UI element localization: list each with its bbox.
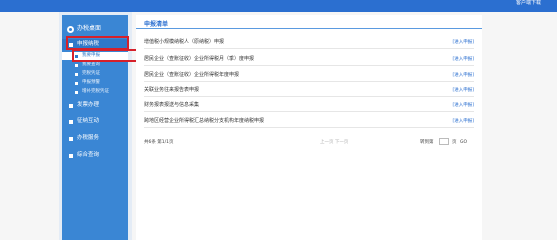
enter-declare-link[interactable]: [进入申报] — [452, 102, 474, 108]
menu-item-interaction[interactable]: 征纳互动 — [62, 116, 128, 127]
page-number-input[interactable] — [439, 138, 449, 145]
pagination-bar: 共6条 第1/1页 上一页 下一页 转到第 页 GO — [144, 137, 474, 147]
prev-next-links[interactable]: 上一页 下一页 — [320, 139, 348, 145]
title-divider — [136, 28, 482, 29]
menu-item-label: 发票办理 — [77, 102, 100, 108]
declare-row-name: 增值税小规模纳税人（原纳税）申报 — [144, 39, 225, 45]
submenu-item-supplement-certificate[interactable]: 增补完税凭证 — [62, 88, 128, 96]
submenu-square-icon — [75, 72, 78, 76]
top-bar: 客户端下载 — [0, 0, 557, 12]
submenu-item-label: 增补完税凭证 — [82, 89, 109, 94]
declare-row-name: 关联业务往来报告表申报 — [144, 87, 200, 93]
menu-square-icon — [69, 119, 73, 124]
submenu-square-icon — [75, 81, 78, 85]
submenu-square-icon — [75, 63, 78, 67]
declare-row-name: 居民企业（查账征收）企业所得税月（季）度申报 — [144, 56, 255, 62]
menu-item-tax-service[interactable]: 办税服务 — [62, 133, 128, 144]
submenu-item-my-query[interactable]: 我要查询 — [62, 61, 128, 69]
declare-row: 跨地区经营企业所得税汇总纳税分支机构年度纳税申报 [进入申报] — [144, 114, 474, 128]
sidebar-header-label: 办税桌面 — [77, 25, 102, 32]
enter-declare-link[interactable]: [进入申报] — [452, 118, 474, 124]
declare-row: 关联业务往来报告表申报 [进入申报] — [144, 83, 474, 97]
declare-row: 增值税小规模纳税人（原纳税）申报 [进入申报] — [144, 35, 474, 49]
declare-row-name: 跨地区经营企业所得税汇总纳税分支机构年度纳税申报 — [144, 118, 265, 124]
goto-label: 转到第 — [420, 140, 434, 145]
declare-row: 财务报表报送与信息采集 [进入申报] — [144, 98, 474, 112]
highlight-box-submenu — [72, 49, 138, 62]
app-root: 客户端下载 办税桌面 申报纳税 我要申报 我要查询 完税凭证 申报预警 增补完税… — [0, 0, 557, 240]
menu-item-label: 综合查询 — [77, 152, 100, 158]
enter-declare-link[interactable]: [进入申报] — [452, 72, 474, 78]
record-summary: 共6条 第1/1页 — [144, 140, 174, 145]
menu-square-icon — [69, 103, 73, 108]
submenu-square-icon — [75, 90, 78, 94]
declare-row: 居民企业（查账征收）企业所得税月（季）度申报 [进入申报] — [144, 52, 474, 66]
submenu-item-label: 完税凭证 — [82, 71, 100, 76]
submenu-item-label: 我要查询 — [82, 62, 100, 67]
menu-item-invoice[interactable]: 发票办理 — [62, 100, 128, 111]
submenu-item-tax-certificate[interactable]: 完税凭证 — [62, 70, 128, 78]
enter-declare-link[interactable]: [进入申报] — [452, 39, 474, 45]
page-title: 申报清单 — [144, 21, 169, 28]
menu-square-icon — [69, 153, 73, 158]
menu-item-label: 办税服务 — [77, 135, 100, 141]
submenu-item-declare-warning[interactable]: 申报预警 — [62, 79, 128, 87]
declare-row-name: 财务报表报送与信息采集 — [144, 102, 200, 108]
declare-row-name: 居民企业（查账征收）企业所得税年度申报 — [144, 72, 240, 78]
menu-item-label: 征纳互动 — [77, 118, 100, 124]
client-download-link[interactable]: 客户端下载 — [516, 1, 541, 6]
enter-declare-link[interactable]: [进入申报] — [452, 87, 474, 93]
menu-square-icon — [69, 136, 73, 141]
page-suffix: 页 — [452, 140, 457, 145]
go-button[interactable]: GO — [460, 140, 467, 145]
submenu-item-label: 申报预警 — [82, 80, 100, 85]
desktop-icon — [67, 25, 74, 33]
sidebar-header[interactable]: 办税桌面 — [62, 23, 128, 35]
enter-declare-link[interactable]: [进入申报] — [452, 56, 474, 62]
menu-item-comprehensive-query[interactable]: 综合查询 — [62, 150, 128, 161]
declare-row: 居民企业（查账征收）企业所得税年度申报 [进入申报] — [144, 68, 474, 82]
highlight-box-menu — [66, 36, 129, 50]
main-content: 申报清单 增值税小规模纳税人（原纳税）申报 [进入申报] 居民企业（查账征收）企… — [136, 15, 482, 240]
